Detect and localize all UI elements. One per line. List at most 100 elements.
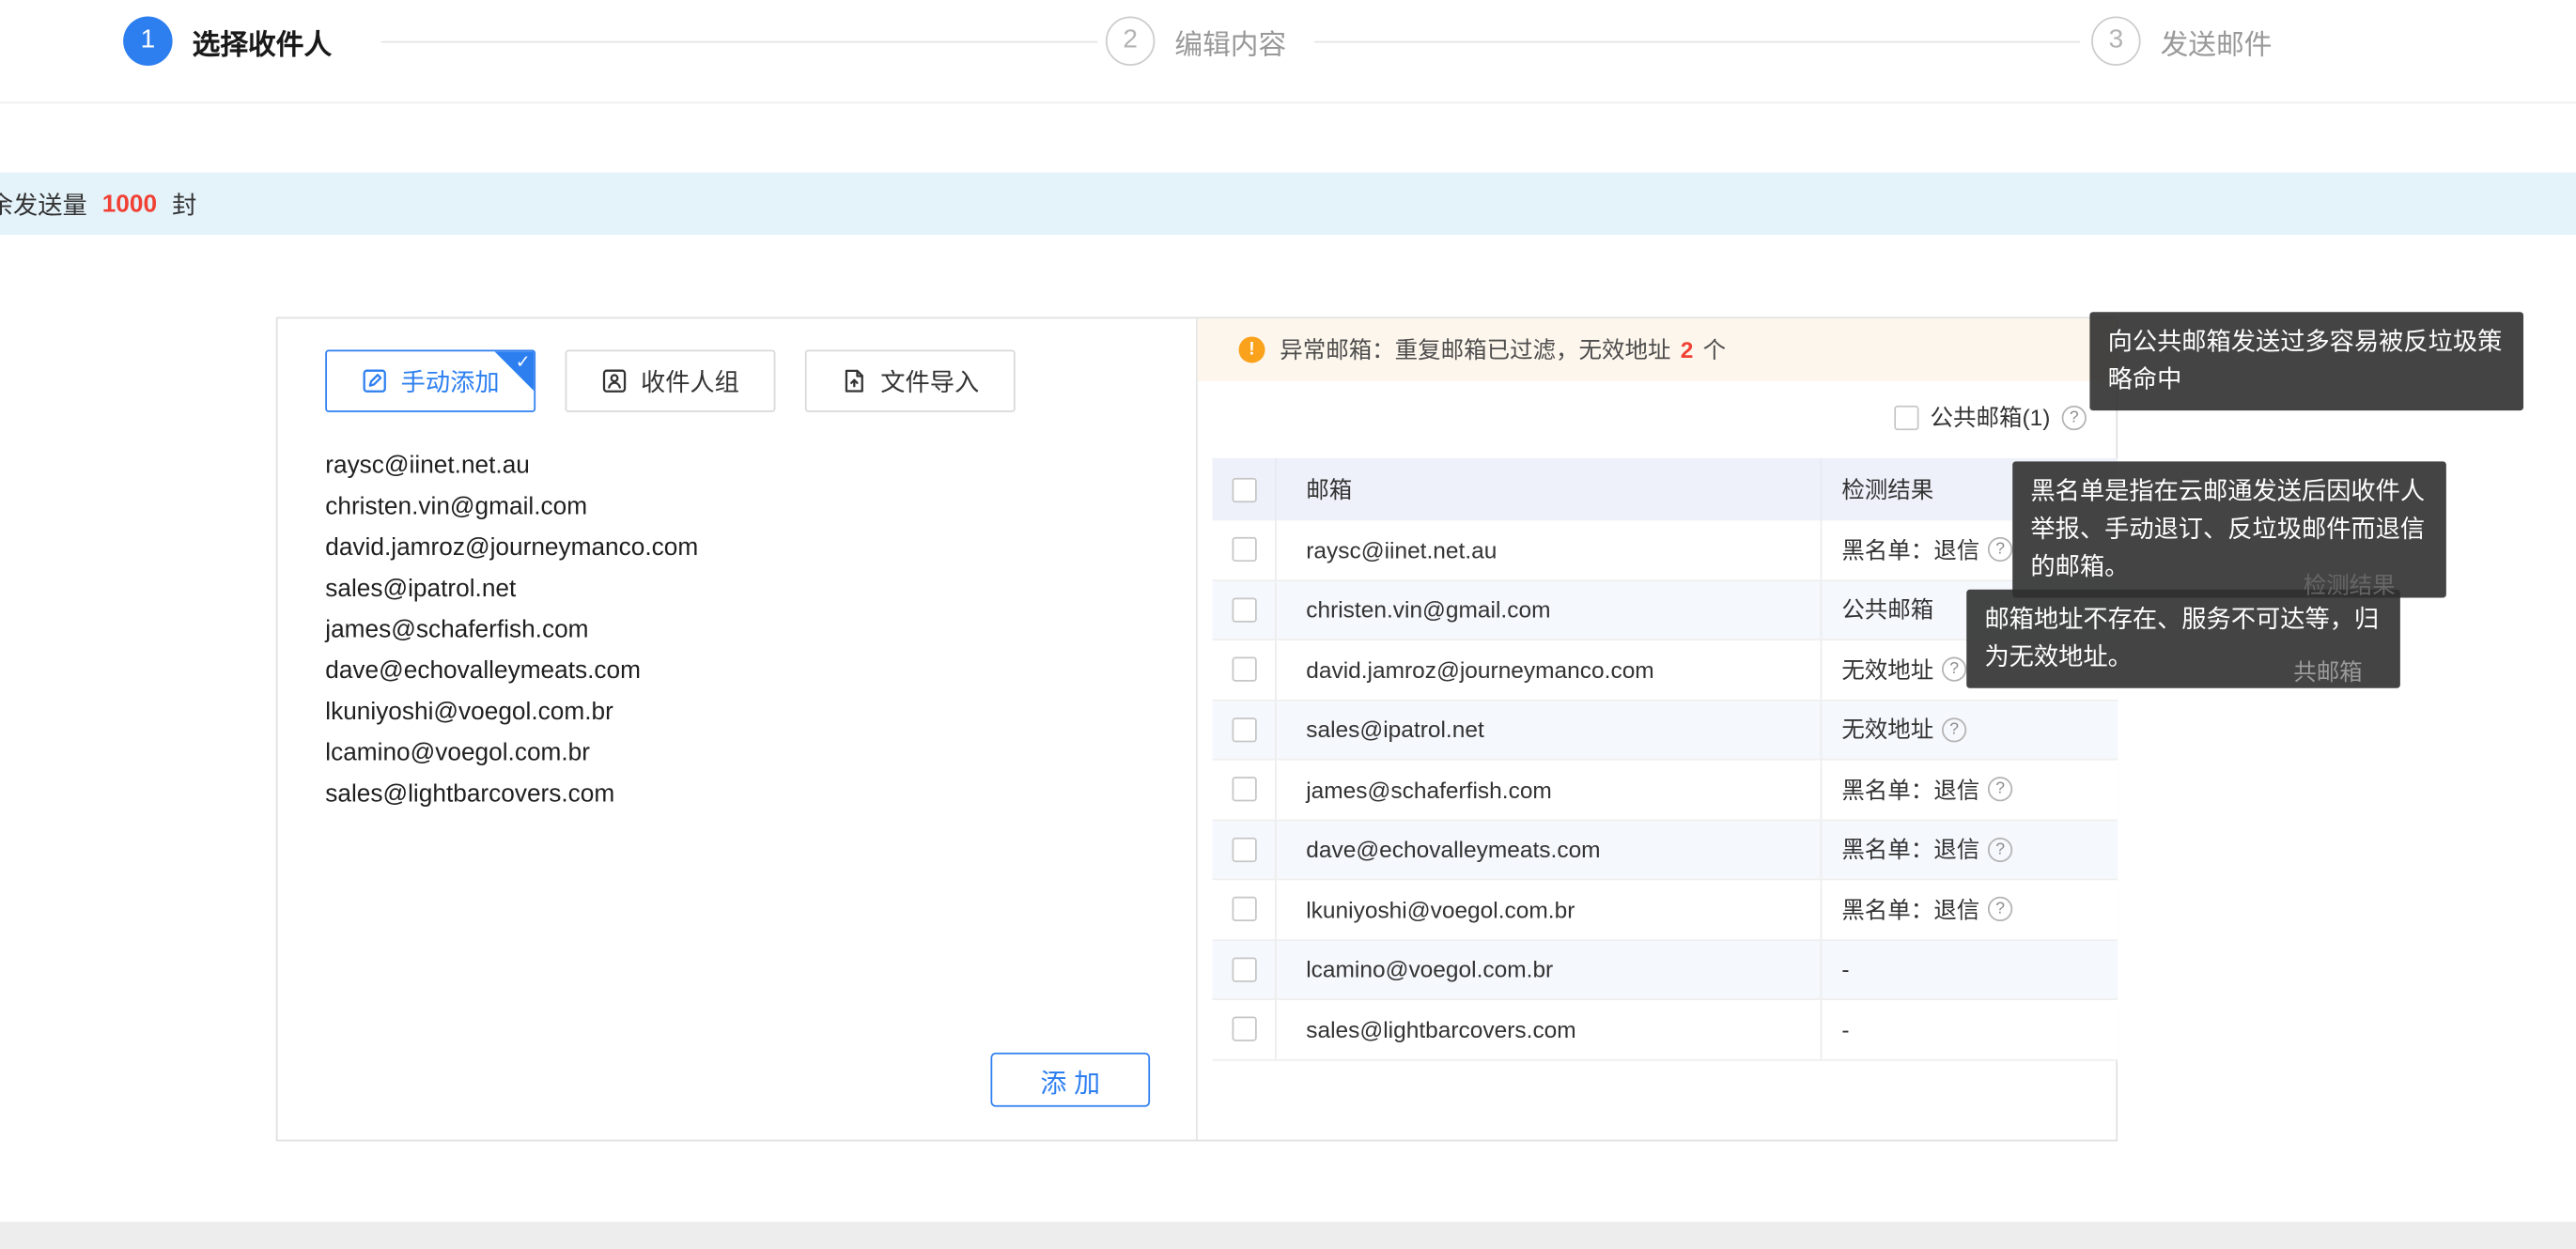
quota-banner: 余发送量 1000 封: [0, 173, 2576, 235]
email-cell: christen.vin@gmail.com: [1275, 580, 1821, 639]
result-text: 黑名单：退信: [1841, 773, 1979, 806]
table-row: sales@lightbarcovers.com-: [1213, 1000, 2118, 1060]
email-cell: sales@lightbarcovers.com: [1275, 1000, 1821, 1058]
result-cell: -: [1821, 1000, 2118, 1058]
public-mailbox-label: 公共邮箱(1): [1931, 401, 2051, 434]
file-import-icon: [841, 368, 867, 394]
email-input-area[interactable]: raysc@iinet.net.auchristen.vin@gmail.com…: [325, 445, 698, 814]
help-icon[interactable]: ?: [1942, 657, 1966, 682]
add-button[interactable]: 添 加: [990, 1053, 1150, 1107]
email-line: david.jamroz@journeymanco.com: [325, 527, 698, 568]
quota-number: 1000: [102, 190, 157, 218]
add-mode-tabs: 手动添加✓ 收件人组 文件导入: [325, 349, 1015, 411]
step-connector: [381, 41, 1097, 43]
step-3-label: 发送邮件: [2161, 21, 2273, 62]
quota-prefix: 余发送量: [0, 186, 94, 221]
row-checkbox-cell: [1213, 897, 1275, 921]
result-cell: 无效地址?: [1821, 701, 2118, 759]
tab-label: 文件导入: [880, 363, 979, 398]
result-text: 无效地址: [1841, 713, 1933, 746]
row-checkbox-cell: [1213, 657, 1275, 682]
step-1-label: 选择收件人: [193, 21, 333, 62]
quota-suffix: 封: [165, 186, 197, 221]
table-row: james@schaferfish.com 黑名单：退信?: [1213, 761, 2118, 821]
help-icon[interactable]: ?: [1988, 837, 2012, 861]
help-icon[interactable]: ?: [1942, 717, 1966, 742]
email-line: dave@echovalleymeats.com: [325, 650, 698, 691]
manual-add-panel: 手动添加✓ 收件人组 文件导入 raysc@iinet.net.auchristen…: [278, 318, 1198, 1139]
quota-text: 余发送量 1000 封: [0, 186, 196, 221]
help-icon[interactable]: ?: [1988, 778, 2012, 802]
email-cell: raysc@iinet.net.au: [1275, 520, 1821, 578]
bottom-strip: [0, 1222, 2576, 1249]
row-checkbox[interactable]: [1232, 778, 1256, 802]
email-cell: lcamino@voegol.com.br: [1275, 940, 1821, 998]
recipient-group-icon: [601, 368, 628, 394]
check-result-panel: ! 异常邮箱：重复邮箱已过滤，无效地址 2 个 公共邮箱(1) ? 邮箱 检测结…: [1198, 318, 2117, 1139]
email-cell: sales@ipatrol.net: [1275, 701, 1821, 759]
warning-text: 异常邮箱：重复邮箱已过滤，无效地址 2 个: [1280, 333, 1726, 366]
step-1-circle: 1: [123, 16, 172, 65]
result-text: 公共邮箱: [1841, 594, 1933, 626]
table-row: sales@ipatrol.net无效地址?: [1213, 701, 2118, 761]
row-checkbox[interactable]: [1232, 897, 1256, 921]
row-checkbox-cell: [1213, 717, 1275, 742]
step-send-mail: 3 发送邮件: [2091, 16, 2272, 65]
tab-recipient-group[interactable]: 收件人组: [566, 349, 776, 411]
tab-manual-add[interactable]: 手动添加✓: [325, 349, 535, 411]
help-icon[interactable]: ?: [1988, 537, 2012, 562]
step-select-recipients: 1 选择收件人: [123, 16, 332, 65]
result-cell: 黑名单：退信?: [1821, 880, 2118, 938]
row-checkbox[interactable]: [1232, 957, 1256, 981]
result-cell: -: [1821, 940, 2118, 998]
table-header: 邮箱 检测结果: [1213, 458, 2118, 520]
recipient-card: 手动添加✓收件人组文件导入 raysc@iinet.net.auchristen…: [276, 317, 2118, 1142]
result-text: 黑名单：退信: [1841, 833, 1979, 866]
row-checkbox[interactable]: [1232, 837, 1256, 861]
background-fragment-public-mailbox: 共邮箱: [2293, 655, 2362, 688]
email-cell: james@schaferfish.com: [1275, 761, 1821, 819]
select-all-checkbox[interactable]: [1232, 477, 1256, 501]
result-text: -: [1841, 956, 1849, 982]
email-cell: dave@echovalleymeats.com: [1275, 820, 1821, 878]
email-line: sales@ipatrol.net: [325, 568, 698, 609]
row-checkbox[interactable]: [1232, 657, 1256, 682]
row-checkbox-cell: [1213, 778, 1275, 802]
check-icon: ✓: [516, 351, 531, 373]
bulk-mail-wizard-page: 1 选择收件人 2 编辑内容 3 发送邮件 余发送量 1000 封 手动添加✓ 收…: [0, 0, 2576, 1249]
email-line: lcamino@voegol.com.br: [325, 732, 698, 774]
result-table: 邮箱 检测结果 raysc@iinet.net.au 黑名单：退信? christe…: [1213, 458, 2118, 1060]
row-checkbox-cell: [1213, 957, 1275, 981]
result-cell: 黑名单：退信?: [1821, 820, 2118, 878]
step-3-circle: 3: [2091, 16, 2140, 65]
email-line: christen.vin@gmail.com: [325, 486, 698, 528]
email-line: sales@lightbarcovers.com: [325, 774, 698, 815]
public-mailbox-row: 公共邮箱(1) ?: [1894, 401, 2087, 434]
email-line: james@schaferfish.com: [325, 609, 698, 651]
header-checkbox-cell: [1213, 477, 1275, 501]
step-connector: [1314, 41, 2080, 43]
public-mailbox-checkbox[interactable]: [1894, 405, 1918, 429]
row-checkbox-cell: [1213, 1017, 1275, 1041]
row-checkbox-cell: [1213, 837, 1275, 861]
result-text: 无效地址: [1841, 654, 1933, 686]
email-line: raysc@iinet.net.au: [325, 445, 698, 486]
row-checkbox[interactable]: [1232, 717, 1256, 742]
tab-file-import[interactable]: 文件导入: [805, 349, 1016, 411]
invalid-count: 2: [1681, 336, 1694, 362]
result-text: -: [1841, 1016, 1849, 1042]
step-bar: 1 选择收件人 2 编辑内容 3 发送邮件: [0, 0, 2576, 103]
row-checkbox[interactable]: [1232, 597, 1256, 622]
table-row: lkuniyoshi@voegol.com.br黑名单：退信?: [1213, 880, 2118, 940]
table-row: dave@echovalleymeats.com黑名单：退信?: [1213, 820, 2118, 880]
warning-text-after: 个: [1697, 336, 1726, 362]
row-checkbox[interactable]: [1232, 537, 1256, 562]
public-mailbox-help-icon[interactable]: ?: [2062, 405, 2087, 429]
step-2-circle: 2: [1106, 16, 1155, 65]
row-checkbox-cell: [1213, 537, 1275, 562]
warning-icon: !: [1239, 336, 1265, 362]
help-icon[interactable]: ?: [1988, 897, 2012, 921]
background-fragment-result-header: 检测结果: [2304, 568, 2396, 601]
row-checkbox[interactable]: [1232, 1017, 1256, 1041]
step-2-label: 编辑内容: [1174, 21, 1286, 62]
